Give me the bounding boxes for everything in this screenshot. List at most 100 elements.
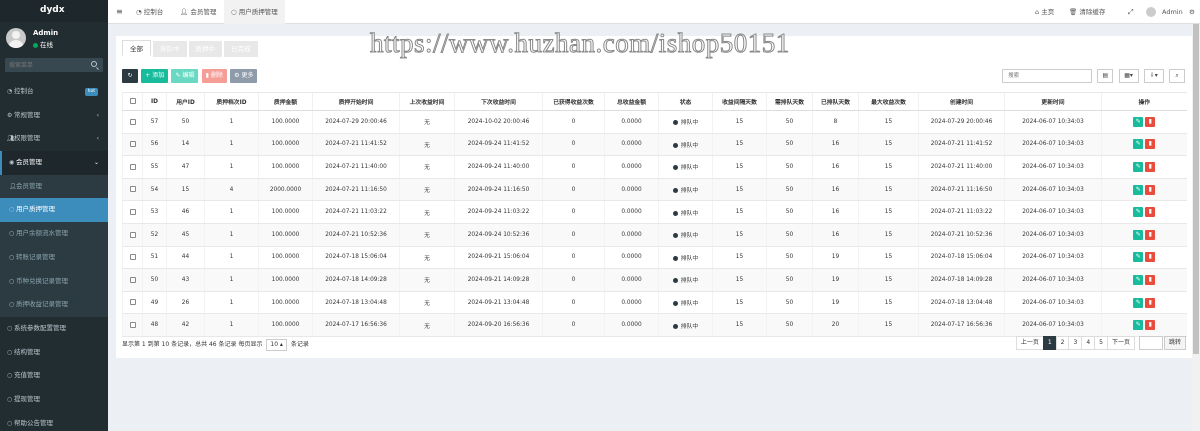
table-row[interactable]: 48 42 1 100.0000 2024-07-17 16:56:36 无 2024-09… — [122, 313, 1187, 337]
row-checkbox[interactable] — [129, 321, 136, 328]
row-edit-button[interactable]: ✎ — [1133, 252, 1144, 263]
row-checkbox[interactable] — [129, 276, 136, 283]
column-header[interactable]: 质押开始时间 — [312, 92, 400, 111]
column-header[interactable]: 用户ID — [166, 92, 205, 111]
table-row[interactable]: 51 44 1 100.0000 2024-07-18 15:06:04 无 2024-09… — [122, 246, 1187, 270]
row-delete-button[interactable]: ▮ — [1145, 274, 1156, 285]
status-tab-0[interactable]: 全部 — [122, 40, 151, 56]
table-row[interactable]: 56 14 1 100.0000 2024-07-21 11:41:52 无 2024-09… — [122, 133, 1187, 157]
tab-user-pledge[interactable]: ○ 用户质押管理 — [224, 0, 285, 24]
page-button-2[interactable]: 2 — [1055, 336, 1070, 350]
sidebar-item-12[interactable]: ○ 充值管理 — [0, 364, 108, 388]
tab-dashboard[interactable]: ◔ 控制台 — [136, 0, 163, 24]
status-tab-1[interactable]: 排队中 — [153, 41, 187, 57]
column-header[interactable]: 收益间隔天数 — [712, 92, 767, 111]
row-edit-button[interactable]: ✎ — [1133, 297, 1144, 308]
row-delete-button[interactable]: ▮ — [1145, 320, 1156, 331]
scrollbar-thumb[interactable] — [1193, 24, 1199, 354]
fullscreen-icon[interactable]: ⤢ — [1128, 0, 1134, 24]
sidebar-item-14[interactable]: ○ 帮助公告管理 — [0, 412, 108, 431]
table-search-input[interactable] — [1002, 69, 1093, 83]
row-edit-button[interactable]: ✎ — [1133, 116, 1144, 127]
row-delete-button[interactable]: ▮ — [1145, 139, 1156, 150]
page-button-3[interactable]: 3 — [1068, 336, 1083, 350]
column-header[interactable]: 下次收益时间 — [454, 92, 543, 111]
home-link[interactable]: ⌂ 主页 — [1035, 0, 1054, 24]
sidebar-item-10[interactable]: ○ 系统参数配置管理 — [0, 317, 108, 341]
status-tab-2[interactable]: 质押中 — [188, 41, 222, 57]
sidebar-item-9[interactable]: ○ 质押收益记录管理 — [0, 293, 108, 317]
status-tab-3[interactable]: 已完成 — [224, 41, 258, 57]
sidebar-item-0[interactable]: ◔ 控制台 hot — [0, 80, 108, 104]
select-all-checkbox[interactable] — [129, 98, 136, 105]
row-delete-button[interactable]: ▮ — [1145, 229, 1156, 240]
columns-icon[interactable]: ▦▾ — [1118, 69, 1139, 83]
row-edit-button[interactable]: ✎ — [1133, 229, 1144, 240]
sidebar-item-8[interactable]: ○ 币种兑换记录管理 — [0, 269, 108, 294]
admin-menu[interactable]: Admin — [1162, 0, 1183, 24]
column-header[interactable]: 更新时间 — [1004, 92, 1102, 111]
add-button[interactable]: + 添加 — [141, 69, 169, 83]
row-checkbox[interactable] — [129, 299, 136, 306]
row-edit-button[interactable]: ✎ — [1133, 207, 1144, 218]
sidebar-item-4[interactable]: 👤︎会员管理 — [0, 174, 108, 199]
row-checkbox[interactable] — [129, 186, 136, 193]
page-scrollbar[interactable] — [1192, 24, 1200, 431]
sidebar-search-input[interactable] — [5, 58, 90, 72]
edit-button[interactable]: ✎ 编辑 — [171, 69, 199, 83]
table-row[interactable]: 53 46 1 100.0000 2024-07-21 11:03:22 无 2024-09… — [122, 200, 1187, 224]
row-edit-button[interactable]: ✎ — [1133, 161, 1144, 172]
column-header[interactable]: 上次收益时间 — [399, 92, 455, 111]
sidebar-item-13[interactable]: ○ 提现管理 — [0, 388, 108, 412]
row-edit-button[interactable]: ✎ — [1133, 139, 1144, 150]
clear-cache-button[interactable]: 🗑︎ 清除缓存 — [1069, 0, 1105, 24]
export-icon[interactable]: ⇩▾ — [1143, 69, 1164, 83]
row-edit-button[interactable]: ✎ — [1133, 184, 1144, 195]
sidebar-item-7[interactable]: ○ 转账记录管理 — [0, 245, 108, 270]
table-row[interactable]: 52 45 1 100.0000 2024-07-21 10:52:36 无 2024-09… — [122, 223, 1187, 247]
column-header[interactable]: 总收益金额 — [604, 92, 659, 111]
table-row[interactable]: 49 26 1 100.0000 2024-07-18 13:04:48 无 2024-09… — [122, 291, 1187, 315]
row-checkbox[interactable] — [129, 231, 136, 238]
sidebar-item-11[interactable]: ○ 结构管理 — [0, 341, 108, 365]
avatar-small[interactable] — [1146, 0, 1158, 24]
more-button[interactable]: ⚙ 更多 — [230, 69, 258, 83]
column-header[interactable]: 操作 — [1101, 92, 1187, 111]
tab-members[interactable]: 👤︎ 会员管理 — [180, 0, 216, 24]
delete-button[interactable]: ▮ 删除 — [201, 69, 227, 83]
settings-gear-icon[interactable]: ⚙ — [1189, 0, 1195, 24]
page-button-5[interactable]: 5 — [1094, 336, 1108, 350]
search-icon[interactable]: ⌕ — [1169, 69, 1185, 83]
column-header[interactable]: 已排队天数 — [812, 92, 859, 111]
row-checkbox[interactable] — [129, 208, 136, 215]
sidebar-item-3[interactable]: ◉ 会员管理 ⌄ — [0, 151, 108, 175]
brand-logo[interactable]: dydx — [0, 0, 108, 22]
row-checkbox[interactable] — [129, 141, 136, 148]
column-header[interactable]: ID — [142, 92, 167, 111]
row-checkbox[interactable] — [129, 118, 136, 125]
column-header[interactable]: 最大收益次数 — [858, 92, 919, 111]
row-edit-button[interactable]: ✎ — [1133, 320, 1144, 331]
row-delete-button[interactable]: ▮ — [1145, 252, 1156, 263]
jump-button[interactable]: 跳转 — [1163, 336, 1186, 350]
column-header[interactable]: 需排队天数 — [766, 92, 813, 111]
row-delete-button[interactable]: ▮ — [1145, 161, 1156, 172]
row-checkbox[interactable] — [129, 163, 136, 170]
jump-page-input[interactable] — [1138, 336, 1163, 350]
row-delete-button[interactable]: ▮ — [1145, 207, 1156, 218]
sidebar-item-2[interactable]: 👥︎权限管理 ‹ — [0, 127, 108, 151]
row-delete-button[interactable]: ▮ — [1145, 184, 1156, 195]
column-header[interactable]: 已获得收益次数 — [542, 92, 605, 111]
column-header[interactable]: 质押档次ID — [204, 92, 259, 111]
search-icon[interactable] — [91, 61, 97, 67]
page-size-select[interactable]: 10 ▴ — [266, 339, 287, 351]
prev-page-button[interactable]: 上一页 — [1015, 336, 1044, 350]
row-delete-button[interactable]: ▮ — [1145, 116, 1156, 127]
menu-toggle-icon[interactable]: ≡ — [116, 0, 123, 24]
table-row[interactable]: 54 15 4 2000.0000 2024-07-21 11:16:50 无 2024-0… — [122, 178, 1187, 202]
next-page-button[interactable]: 下一页 — [1106, 336, 1135, 350]
row-checkbox[interactable] — [129, 254, 136, 261]
row-edit-button[interactable]: ✎ — [1133, 274, 1144, 285]
table-row[interactable]: 55 47 1 100.0000 2024-07-21 11:40:00 无 2024-09… — [122, 155, 1187, 179]
toggle-view-icon[interactable]: ▤ — [1097, 69, 1114, 83]
